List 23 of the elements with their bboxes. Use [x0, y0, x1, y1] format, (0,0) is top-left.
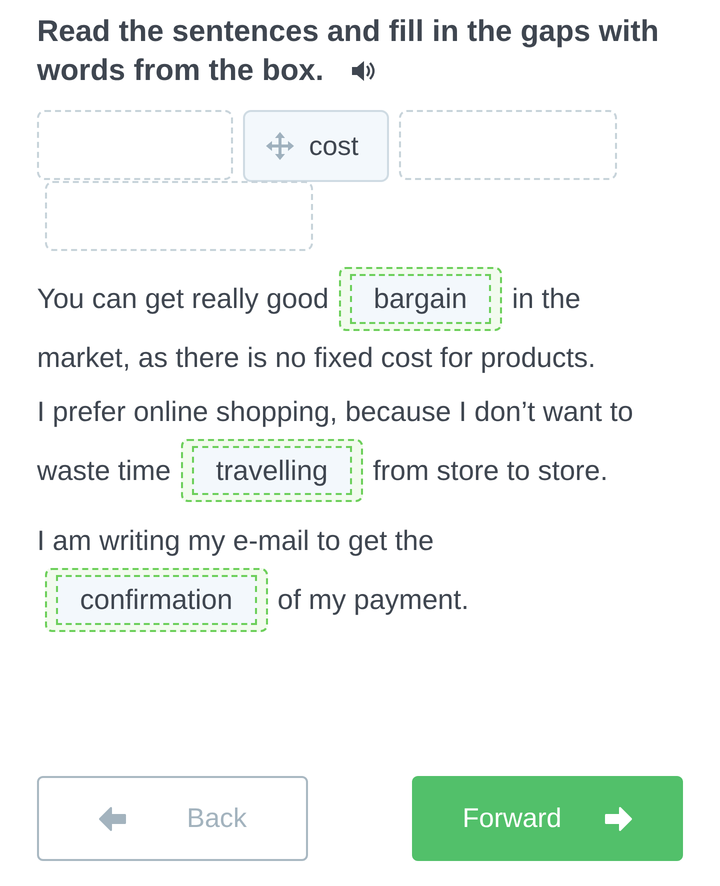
- instruction-text: Read the sentences and fill in the gaps with words from the box.: [37, 14, 660, 89]
- filled-word: confirmation: [56, 575, 257, 625]
- sentence-text: from store to store.: [372, 454, 608, 488]
- empty-drop-slot[interactable]: [37, 110, 233, 180]
- empty-drop-slot[interactable]: [45, 181, 313, 251]
- answer-slot[interactable]: confirmation: [45, 568, 268, 632]
- move-icon: [265, 131, 295, 161]
- empty-drop-slot[interactable]: [398, 110, 617, 180]
- sentence-text: You can get really good: [37, 282, 329, 316]
- sentence-text: in the: [512, 282, 581, 316]
- answer-slot[interactable]: bargain: [338, 267, 502, 331]
- filled-word: travelling: [192, 446, 352, 496]
- filled-word: bargain: [350, 274, 492, 324]
- sentence-text: waste time: [37, 454, 171, 488]
- arrow-right-icon: [602, 806, 632, 832]
- word-tile[interactable]: cost: [243, 110, 389, 182]
- answer-slot[interactable]: travelling: [180, 438, 363, 502]
- sentence-text: of my payment.: [278, 583, 469, 617]
- arrow-left-icon: [98, 806, 128, 832]
- speaker-icon[interactable]: [350, 59, 376, 83]
- sentence-text: I prefer online shopping, because I don’t want to: [37, 394, 634, 428]
- sentence-text: market, as there is no fixed cost for products.: [37, 340, 596, 374]
- sentence-text: I am writing my e-mail to get the: [37, 524, 434, 558]
